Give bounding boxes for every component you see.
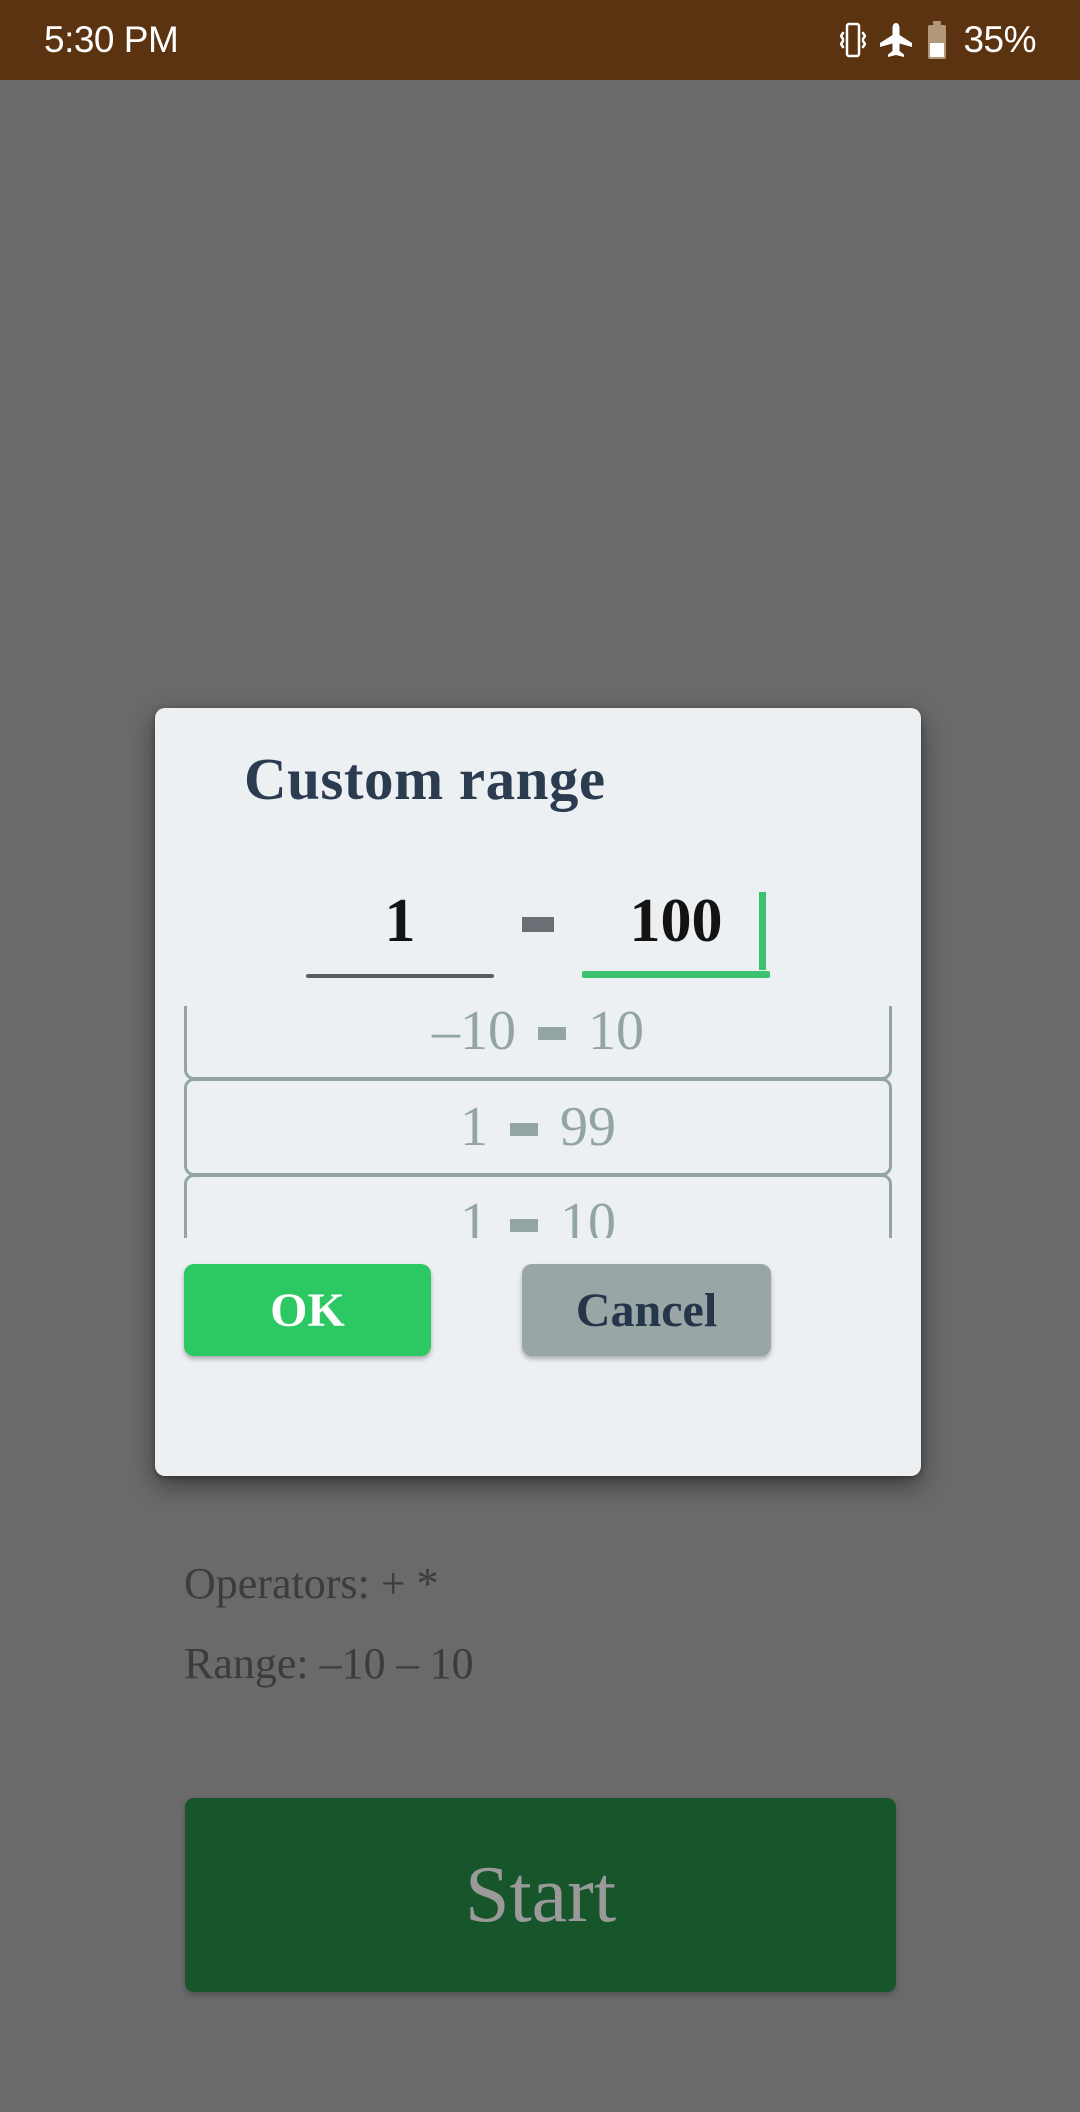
preset-max: 10 <box>560 1192 616 1238</box>
range-summary: Range: –10 – 10 <box>184 1639 474 1688</box>
preset-dash-icon <box>510 1218 538 1232</box>
battery-icon <box>926 21 948 59</box>
vibrate-icon <box>840 22 867 58</box>
range-max-value: 100 <box>629 887 723 955</box>
preset-min: 1 <box>460 1192 488 1238</box>
preset-range-list[interactable]: –10 10 1 99 1 10 <box>184 1006 892 1238</box>
preset-range-text: 1 10 <box>460 1195 616 1238</box>
preset-range-text: 1 99 <box>460 1099 616 1155</box>
list-item[interactable]: 1 99 <box>184 1078 892 1176</box>
range-input-row: 1 100 <box>155 868 921 988</box>
dialog-title: Custom range <box>244 746 606 812</box>
status-bar-clock: 5:30 PM <box>44 19 179 60</box>
ok-button[interactable]: OK <box>184 1264 431 1356</box>
preset-dash-icon <box>510 1122 538 1136</box>
preset-min: 1 <box>460 1096 488 1158</box>
start-button[interactable]: Start <box>185 1798 896 1992</box>
dash-icon <box>522 917 554 932</box>
cancel-button-label: Cancel <box>575 1283 718 1337</box>
dialog-button-row: OK Cancel <box>155 1264 921 1374</box>
preset-dash-icon <box>538 1026 566 1040</box>
range-min-input[interactable]: 1 <box>306 868 494 978</box>
operators-summary: Operators: + * <box>184 1559 439 1608</box>
preset-max: 99 <box>560 1096 616 1158</box>
list-item[interactable]: 1 10 <box>184 1174 892 1238</box>
battery-percent-label: 35% <box>963 19 1036 60</box>
range-min-underline <box>306 974 494 978</box>
range-min-value: 1 <box>384 887 416 955</box>
ok-button-label: OK <box>270 1283 345 1337</box>
range-max-input[interactable]: 100 <box>582 868 770 978</box>
airplane-mode-icon <box>879 22 913 58</box>
text-caret <box>759 892 766 970</box>
status-bar: 5:30 PM 35% <box>0 0 1080 80</box>
start-button-label: Start <box>464 1851 617 1939</box>
list-item[interactable]: –10 10 <box>184 1006 892 1080</box>
preset-range-text: –10 10 <box>432 1006 644 1059</box>
settings-summary: Operators: + * Range: –10 – 10 <box>184 1544 944 1704</box>
range-separator <box>494 868 582 978</box>
custom-range-dialog: Custom range 1 100 –10 10 1 99 1 10 OK C… <box>155 708 921 1476</box>
cancel-button[interactable]: Cancel <box>522 1264 771 1356</box>
status-bar-icons: 35% <box>840 19 1036 61</box>
preset-min: –10 <box>432 1006 516 1062</box>
range-max-underline <box>582 971 770 978</box>
preset-max: 10 <box>588 1006 644 1062</box>
